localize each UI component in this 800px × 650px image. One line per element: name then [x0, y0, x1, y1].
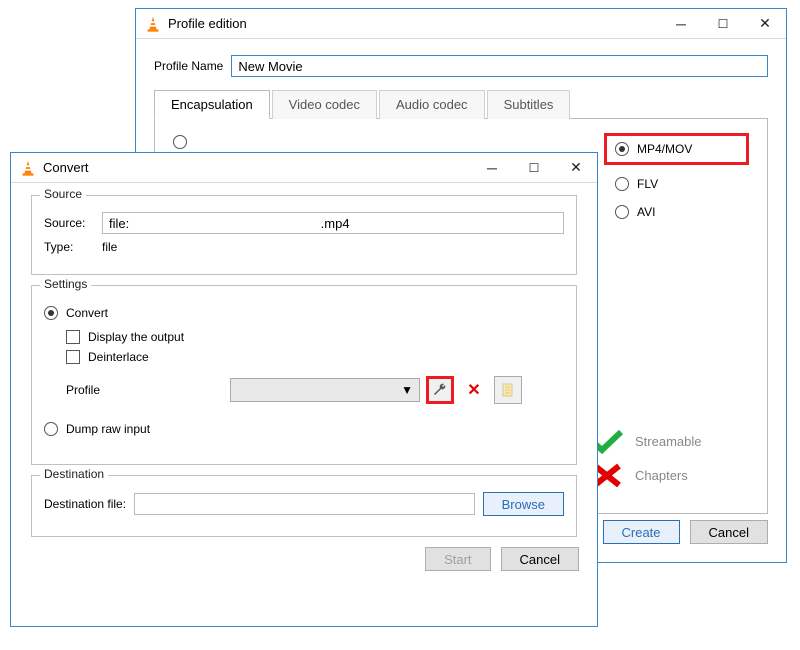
radio-mp4-mov[interactable]: [615, 142, 629, 156]
source-fieldset: Source Source: Type: file: [31, 195, 577, 275]
destination-file-input[interactable]: [134, 493, 475, 515]
checkbox-display-output[interactable]: [66, 330, 80, 344]
convert-body: Source Source: Type: file Settings Conve…: [11, 183, 597, 585]
radio-flv-label: FLV: [637, 177, 658, 191]
titlebar: Convert ─ ☐ ✕: [11, 153, 597, 183]
tab-subtitles[interactable]: Subtitles: [487, 90, 571, 119]
new-doc-icon: [500, 382, 516, 398]
radio-dump-raw[interactable]: [44, 422, 58, 436]
tab-audio-codec[interactable]: Audio codec: [379, 90, 485, 119]
profile-label: Profile: [66, 383, 216, 397]
radio-mp4-mov-highlight: MP4/MOV: [604, 133, 749, 165]
destination-fieldset: Destination Destination file: Browse: [31, 475, 577, 537]
settings-fieldset: Settings Convert Display the output Dein…: [31, 285, 577, 465]
radio-dump-raw-label: Dump raw input: [66, 422, 150, 436]
close-button[interactable]: ✕: [744, 9, 786, 39]
maximize-button[interactable]: ☐: [702, 9, 744, 39]
destination-file-label: Destination file:: [44, 497, 126, 511]
feature-streamable-label: Streamable: [635, 434, 701, 449]
radio-hidden-1[interactable]: [173, 135, 187, 149]
source-input[interactable]: [102, 212, 564, 234]
profile-name-label: Profile Name: [154, 59, 223, 73]
convert-window: Convert ─ ☐ ✕ Source Source: Type: file …: [10, 152, 598, 627]
maximize-button[interactable]: ☐: [513, 153, 555, 183]
titlebar: Profile edition ─ ☐ ✕: [136, 9, 786, 39]
vlc-cone-icon: [144, 15, 162, 33]
checkbox-deinterlace[interactable]: [66, 350, 80, 364]
destination-legend: Destination: [40, 467, 108, 481]
chevron-down-icon: ▼: [401, 383, 413, 397]
settings-legend: Settings: [40, 277, 91, 291]
radio-mp4-mov-label: MP4/MOV: [637, 142, 692, 156]
start-button[interactable]: Start: [425, 547, 490, 571]
new-profile-button[interactable]: [494, 376, 522, 404]
cancel-button[interactable]: Cancel: [501, 547, 579, 571]
create-button[interactable]: Create: [603, 520, 680, 544]
deinterlace-label: Deinterlace: [88, 350, 149, 364]
radio-avi[interactable]: [615, 205, 629, 219]
close-button[interactable]: ✕: [555, 153, 597, 183]
profile-name-input[interactable]: [231, 55, 768, 77]
window-title: Convert: [37, 160, 471, 175]
tab-video-codec[interactable]: Video codec: [272, 90, 377, 119]
source-legend: Source: [40, 187, 86, 201]
delete-profile-button[interactable]: ✕: [460, 376, 488, 404]
window-title: Profile edition: [162, 16, 660, 31]
minimize-button[interactable]: ─: [471, 153, 513, 183]
edit-profile-button[interactable]: [426, 376, 454, 404]
cancel-button[interactable]: Cancel: [690, 520, 768, 544]
feature-chapters: Chapters: [589, 461, 749, 489]
type-label: Type:: [44, 240, 94, 254]
type-value: file: [102, 240, 117, 254]
wrench-icon: [432, 382, 448, 398]
feature-streamable: Streamable: [589, 427, 749, 455]
browse-button[interactable]: Browse: [483, 492, 564, 516]
source-label: Source:: [44, 216, 94, 230]
feature-chapters-label: Chapters: [635, 468, 688, 483]
minimize-button[interactable]: ─: [660, 9, 702, 39]
display-output-label: Display the output: [88, 330, 184, 344]
vlc-cone-icon: [19, 159, 37, 177]
tab-encapsulation[interactable]: Encapsulation: [154, 90, 270, 119]
radio-convert[interactable]: [44, 306, 58, 320]
tab-strip: Encapsulation Video codec Audio codec Su…: [154, 89, 768, 119]
radio-flv[interactable]: [615, 177, 629, 191]
radio-avi-label: AVI: [637, 205, 655, 219]
radio-convert-label: Convert: [66, 306, 108, 320]
profile-dropdown[interactable]: ▼: [230, 378, 420, 402]
